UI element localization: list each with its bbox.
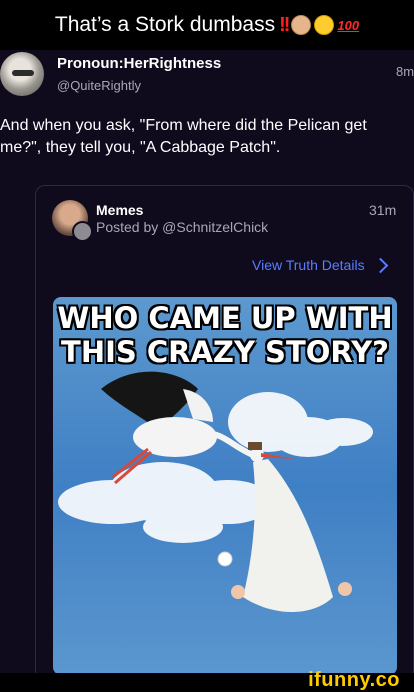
chevron-right-icon	[372, 257, 388, 273]
quoted-author-name[interactable]: Memes	[96, 202, 143, 218]
meme-caption-line-2: THIS CRAZY STORY?	[61, 335, 389, 369]
quoted-post-timestamp: 31m	[369, 202, 397, 218]
caption-emojis: !! 100	[279, 14, 359, 37]
author-handle[interactable]: @QuiteRightly	[57, 78, 141, 93]
post-body-text: And when you ask, "From where did the Pe…	[0, 117, 367, 156]
clouds	[58, 392, 373, 543]
watermark-bar: ifunny.co	[0, 669, 414, 692]
man-facepalm-icon	[291, 15, 312, 35]
view-truth-details-label: View Truth Details	[252, 257, 365, 273]
caption-text: That’s a Stork dumbass	[54, 13, 276, 36]
hundred-points-icon: 100	[337, 17, 360, 33]
baby-hand	[338, 582, 352, 596]
rattle	[217, 551, 233, 567]
ifunny-watermark: ifunny.co	[308, 669, 400, 691]
view-truth-details-link[interactable]: View Truth Details	[252, 257, 388, 273]
meme-caption-line-1: WHO CAME UP WITH	[57, 301, 393, 335]
baby-foot	[231, 585, 245, 599]
reposter-avatar	[72, 221, 93, 242]
author-avatar[interactable]	[0, 52, 44, 96]
stork-hat	[248, 442, 262, 450]
posted-by-text: Posted by @SchnitzelChick	[96, 219, 269, 235]
meme-image[interactable]: WHO CAME UP WITH THIS CRAZY STORY?	[53, 297, 397, 675]
caption-bar: That’s a Stork dumbass !! 100	[0, 0, 414, 50]
post-timestamp: 8m	[396, 64, 414, 79]
stork-wing-front	[183, 389, 213, 422]
grinning-face-icon	[314, 15, 335, 35]
double-exclamation-icon: !!	[279, 13, 290, 36]
author-display-name[interactable]: Pronoun:HerRightness	[57, 55, 221, 72]
baby-bundle	[243, 459, 333, 612]
